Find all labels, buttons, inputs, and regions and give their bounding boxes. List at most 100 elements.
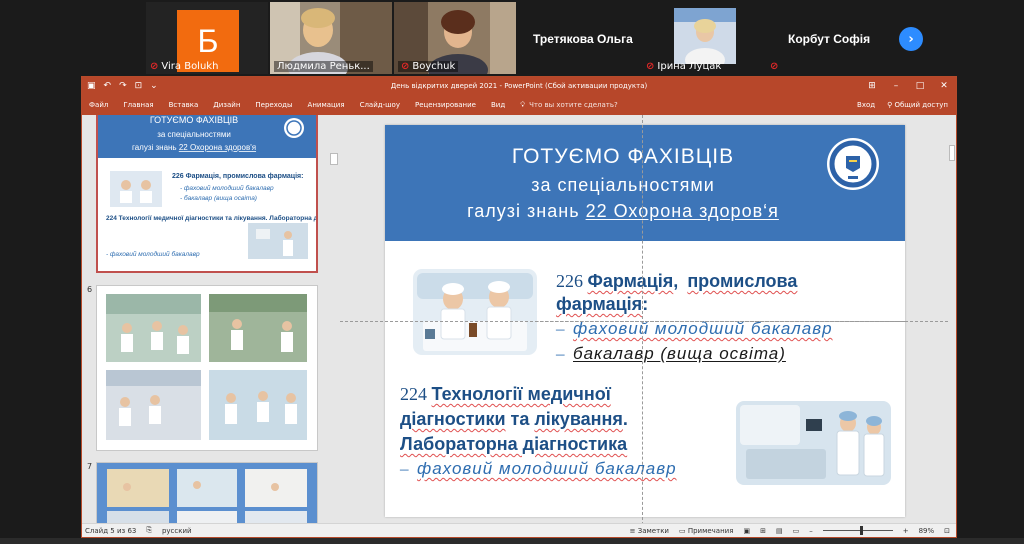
- undo-icon[interactable]: ↶: [104, 81, 112, 91]
- participant-name: Boychuk: [412, 61, 456, 72]
- participant-name-label: ⊘ Vira Bolukh: [150, 61, 218, 72]
- program-name: Технології медичної: [431, 384, 611, 404]
- save-icon[interactable]: ▣: [87, 81, 96, 91]
- tell-me-search[interactable]: Что вы хотите сделать?: [529, 101, 618, 109]
- tab-insert[interactable]: Вставка: [169, 101, 199, 109]
- zoom-level[interactable]: 89%: [919, 527, 935, 535]
- reading-view-icon[interactable]: ▤: [776, 527, 783, 535]
- ribbon-right: Вход ⚲ Общий доступ: [857, 95, 948, 115]
- participant-tile-2[interactable]: Людмила Реньк...: [270, 2, 392, 74]
- maximize-icon[interactable]: □: [908, 77, 932, 95]
- quick-access-toolbar: ▣ ↶ ↷ ⊡ ⌄: [82, 81, 158, 91]
- college-logo: [827, 138, 879, 190]
- thumb-p1-title: 226 Фармація, промислова фармація:: [172, 172, 303, 180]
- thumbnails-scrollbar[interactable]: [330, 153, 338, 165]
- comments-button[interactable]: ▭ Примечания: [679, 527, 733, 535]
- status-left: Слайд 5 из 63 ⎘ русский: [82, 526, 192, 535]
- program-name-3: лікування: [534, 409, 623, 429]
- participant-name-label: Людмила Реньк...: [274, 61, 373, 72]
- spellcheck-icon[interactable]: ⎘: [146, 526, 152, 535]
- conjunction: та: [505, 409, 535, 429]
- ribbon-display-icon[interactable]: ⊞: [860, 77, 884, 95]
- slide-scrollbar[interactable]: [948, 115, 956, 525]
- participant-name-label: ⊘: [770, 61, 781, 72]
- program-224-title-line2: діагностики та лікування.: [400, 408, 628, 430]
- slideshow-view-icon[interactable]: ▭: [793, 527, 800, 535]
- tab-animations[interactable]: Анимация: [308, 101, 345, 109]
- language-indicator[interactable]: русский: [162, 527, 192, 535]
- lab-diagnostics-photo: [736, 401, 891, 485]
- participant-tile-4[interactable]: Третякова Ольга: [518, 2, 640, 74]
- participant-name-label: ⊘ Boychuk: [398, 61, 459, 72]
- chevron-right-icon[interactable]: ›: [899, 27, 923, 51]
- qat-more-icon[interactable]: ⌄: [150, 81, 158, 91]
- program-name: Фармація: [587, 271, 674, 291]
- screen: Б ⊘ Vira Bolukh Людмила Реньк... ⊘ Boych…: [0, 0, 1024, 544]
- tab-design[interactable]: Дизайн: [213, 101, 240, 109]
- participant-tile-1[interactable]: Б ⊘ Vira Bolukh: [146, 2, 268, 74]
- slide-thumbnail-photos: [97, 286, 317, 450]
- program-name-2: промислова: [687, 271, 798, 291]
- fit-slide-icon[interactable]: ⊡: [944, 527, 950, 535]
- slide-thumbnails-pane[interactable]: ГОТУЄМО ФАХІВЦІВ за спеціальностями галу…: [82, 115, 332, 525]
- participant-tile-6[interactable]: Корбут Софія ⊘: [766, 2, 888, 74]
- zoom-slider[interactable]: [822, 526, 893, 535]
- taskbar-edge: [0, 538, 1024, 544]
- share-label: Общий доступ: [894, 101, 948, 109]
- ribbon-tabs: Файл Главная Вставка Дизайн Переходы Ани…: [82, 95, 956, 115]
- zoom-slider-knob[interactable]: [860, 526, 864, 535]
- tab-view[interactable]: Вид: [491, 101, 505, 109]
- tab-file[interactable]: Файл: [89, 101, 108, 109]
- slide-editor[interactable]: ГОТУЄМО ФАХІВЦІВ за спеціальностями галу…: [340, 115, 948, 525]
- normal-view-icon[interactable]: ▣: [743, 527, 750, 535]
- slide-thumbnail-7[interactable]: [96, 462, 318, 525]
- slide-number: 7: [87, 462, 93, 471]
- zoom-participant-strip: Б ⊘ Vira Bolukh Людмила Реньк... ⊘ Boych…: [0, 0, 1024, 76]
- participant-tile-3[interactable]: ⊘ Boychuk: [394, 2, 516, 74]
- scrollbar-thumb[interactable]: [949, 145, 955, 161]
- colon: :: [642, 294, 649, 314]
- program-name-3: фармація: [556, 294, 643, 314]
- slide-thumbnail-5[interactable]: ГОТУЄМО ФАХІВЦІВ за спеціальностями галу…: [96, 115, 318, 273]
- slide-thumbnail-6[interactable]: [96, 285, 318, 451]
- degree-level: бакалавр (вища освіта): [573, 344, 786, 363]
- redo-icon[interactable]: ↷: [119, 81, 127, 91]
- participant-video: [674, 8, 736, 64]
- program-224-title-line3: Лабораторна діагностика: [400, 433, 627, 455]
- share-button[interactable]: ⚲ Общий доступ: [887, 101, 948, 109]
- program-226-item-2: – бакалавр (вища освіта): [556, 344, 786, 364]
- program-226-title-line2: фармація:: [556, 293, 648, 315]
- list-dash: –: [400, 459, 409, 478]
- close-icon[interactable]: ✕: [932, 77, 956, 95]
- mic-muted-icon: ⊘: [646, 61, 655, 72]
- list-dash: –: [556, 344, 565, 363]
- program-224-title: 224 Технології медичної: [400, 383, 611, 405]
- notes-label: Заметки: [637, 526, 669, 535]
- window-controls: ⊞ – □ ✕: [860, 77, 956, 95]
- slide-counter: Слайд 5 из 63: [85, 526, 137, 535]
- minimize-icon[interactable]: –: [884, 77, 908, 95]
- program-code: 224: [400, 384, 432, 404]
- zoom-in-icon[interactable]: +: [903, 527, 909, 535]
- tab-review[interactable]: Рецензирование: [415, 101, 476, 109]
- status-right: ≡ Заметки ▭ Примечания ▣ ⊞ ▤ ▭ – + 89% ⊡: [630, 526, 950, 535]
- tab-transitions[interactable]: Переходы: [255, 101, 292, 109]
- status-bar: Слайд 5 из 63 ⎘ русский ≡ Заметки ▭ Прим…: [82, 523, 956, 537]
- slide-sorter-icon[interactable]: ⊞: [760, 527, 766, 535]
- program-224-item-1: – фаховий молодший бакалавр: [400, 459, 677, 479]
- tab-slideshow[interactable]: Слайд-шоу: [360, 101, 400, 109]
- period: .: [622, 409, 628, 429]
- thumb-p1-item1: - фаховий молодший бакалавр: [180, 184, 274, 192]
- sign-in-link[interactable]: Вход: [857, 101, 875, 109]
- notes-button[interactable]: ≡ Заметки: [630, 527, 669, 535]
- separator: ,: [673, 271, 679, 291]
- slideshow-start-icon[interactable]: ⊡: [135, 81, 143, 91]
- thumb-p1-item2: - бакалавр (вища освіта): [180, 194, 257, 202]
- comment-icon: ▭: [678, 526, 688, 535]
- thumb-p2-title: 224 Технології медичної діагностики та л…: [106, 214, 316, 222]
- tab-home[interactable]: Главная: [123, 101, 153, 109]
- program-226-item-1: – фаховий молодший бакалавр: [556, 319, 833, 339]
- participant-tile-5[interactable]: ⊘ Ірина Луцак: [642, 2, 764, 74]
- program-226-title: 226 Фармація, промислова: [556, 270, 797, 292]
- zoom-out-icon[interactable]: –: [809, 527, 813, 535]
